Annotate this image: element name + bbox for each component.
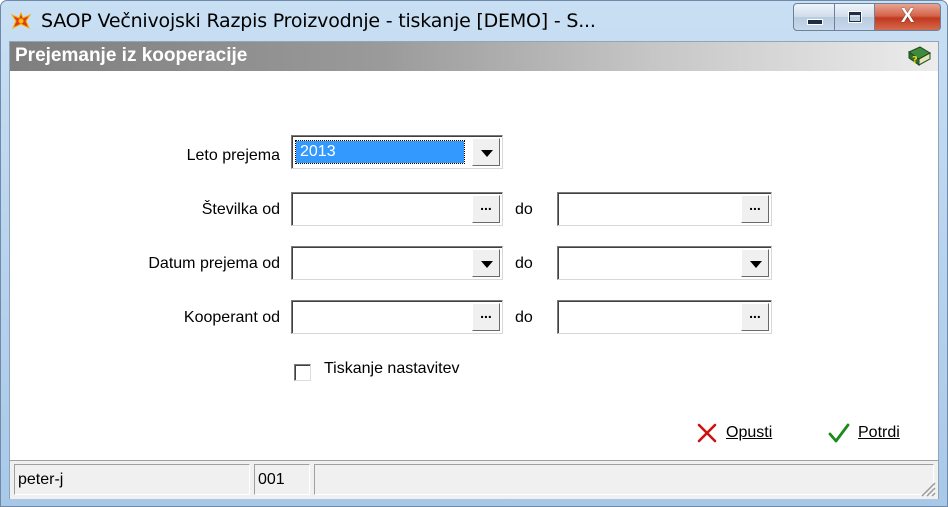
date-to-label: do xyxy=(515,255,533,272)
year-dropdown-button[interactable] xyxy=(472,138,500,166)
print-settings-label: Tiskanje nastavitev xyxy=(324,360,460,377)
saop-app-icon xyxy=(10,11,32,30)
cooperant-to-browse-button[interactable]: ... xyxy=(741,303,769,331)
cooperant-to-label: do xyxy=(515,309,533,326)
status-message xyxy=(314,464,934,495)
dialog-client-area: Prejemanje iz kooperacije ? Leto prejema… xyxy=(9,41,939,499)
close-icon: X xyxy=(900,5,915,27)
section-title: Prejemanje iz kooperacije xyxy=(15,45,248,66)
number-from-field[interactable]: ... xyxy=(291,192,503,226)
cooperant-from-label: Kooperant od xyxy=(183,309,280,326)
date-to-dropdown-button[interactable] xyxy=(741,249,769,277)
help-book-icon[interactable]: ? xyxy=(906,44,932,68)
date-from-dropdown-button[interactable] xyxy=(472,249,500,277)
date-to-combobox[interactable] xyxy=(557,246,772,280)
number-to-browse-button[interactable]: ... xyxy=(741,195,769,223)
close-button[interactable]: X xyxy=(875,3,941,31)
print-settings-checkbox[interactable] xyxy=(294,364,311,381)
maximize-icon xyxy=(848,11,862,23)
number-from-label: Številka od xyxy=(201,201,280,218)
caption-buttons: X xyxy=(793,3,941,33)
maximize-button[interactable] xyxy=(835,3,875,31)
resize-grip-icon[interactable] xyxy=(918,479,936,497)
cancel-label: Opusti xyxy=(726,424,773,441)
date-from-label: Datum prejema od xyxy=(148,255,280,272)
cooperant-from-browse-button[interactable]: ... xyxy=(472,303,500,331)
confirm-label: Potrdi xyxy=(858,424,900,441)
status-user: peter-j xyxy=(14,464,250,495)
number-to-field[interactable]: ... xyxy=(557,192,772,226)
green-check-icon xyxy=(828,423,850,443)
status-bar: peter-j 001 xyxy=(10,460,938,499)
svg-text:?: ? xyxy=(912,55,918,66)
window-title: SAOP Večnivojski Razpis Proizvodnje - ti… xyxy=(41,10,596,32)
cancel-button[interactable]: Opusti xyxy=(696,422,772,444)
year-label: Leto prejema xyxy=(186,147,280,164)
number-to-label: do xyxy=(515,201,533,218)
minimize-icon xyxy=(807,19,823,25)
status-code: 001 xyxy=(254,464,310,495)
section-header: Prejemanje iz kooperacije ? xyxy=(10,42,938,71)
date-from-combobox[interactable] xyxy=(291,246,503,280)
chevron-down-icon xyxy=(481,261,493,268)
red-x-icon xyxy=(697,423,717,443)
title-bar[interactable]: SAOP Večnivojski Razpis Proizvodnje - ti… xyxy=(1,1,947,41)
cooperant-to-field[interactable]: ... xyxy=(557,300,772,334)
year-selected-value: 2013 xyxy=(295,140,465,164)
chevron-down-icon xyxy=(481,150,493,157)
confirm-button[interactable]: Potrdi xyxy=(828,422,900,444)
minimize-button[interactable] xyxy=(793,3,835,31)
number-from-browse-button[interactable]: ... xyxy=(472,195,500,223)
dialog-window: SAOP Večnivojski Razpis Proizvodnje - ti… xyxy=(0,0,948,507)
cooperant-from-field[interactable]: ... xyxy=(291,300,503,334)
year-combobox[interactable]: 2013 xyxy=(291,135,503,169)
chevron-down-icon xyxy=(750,261,762,268)
